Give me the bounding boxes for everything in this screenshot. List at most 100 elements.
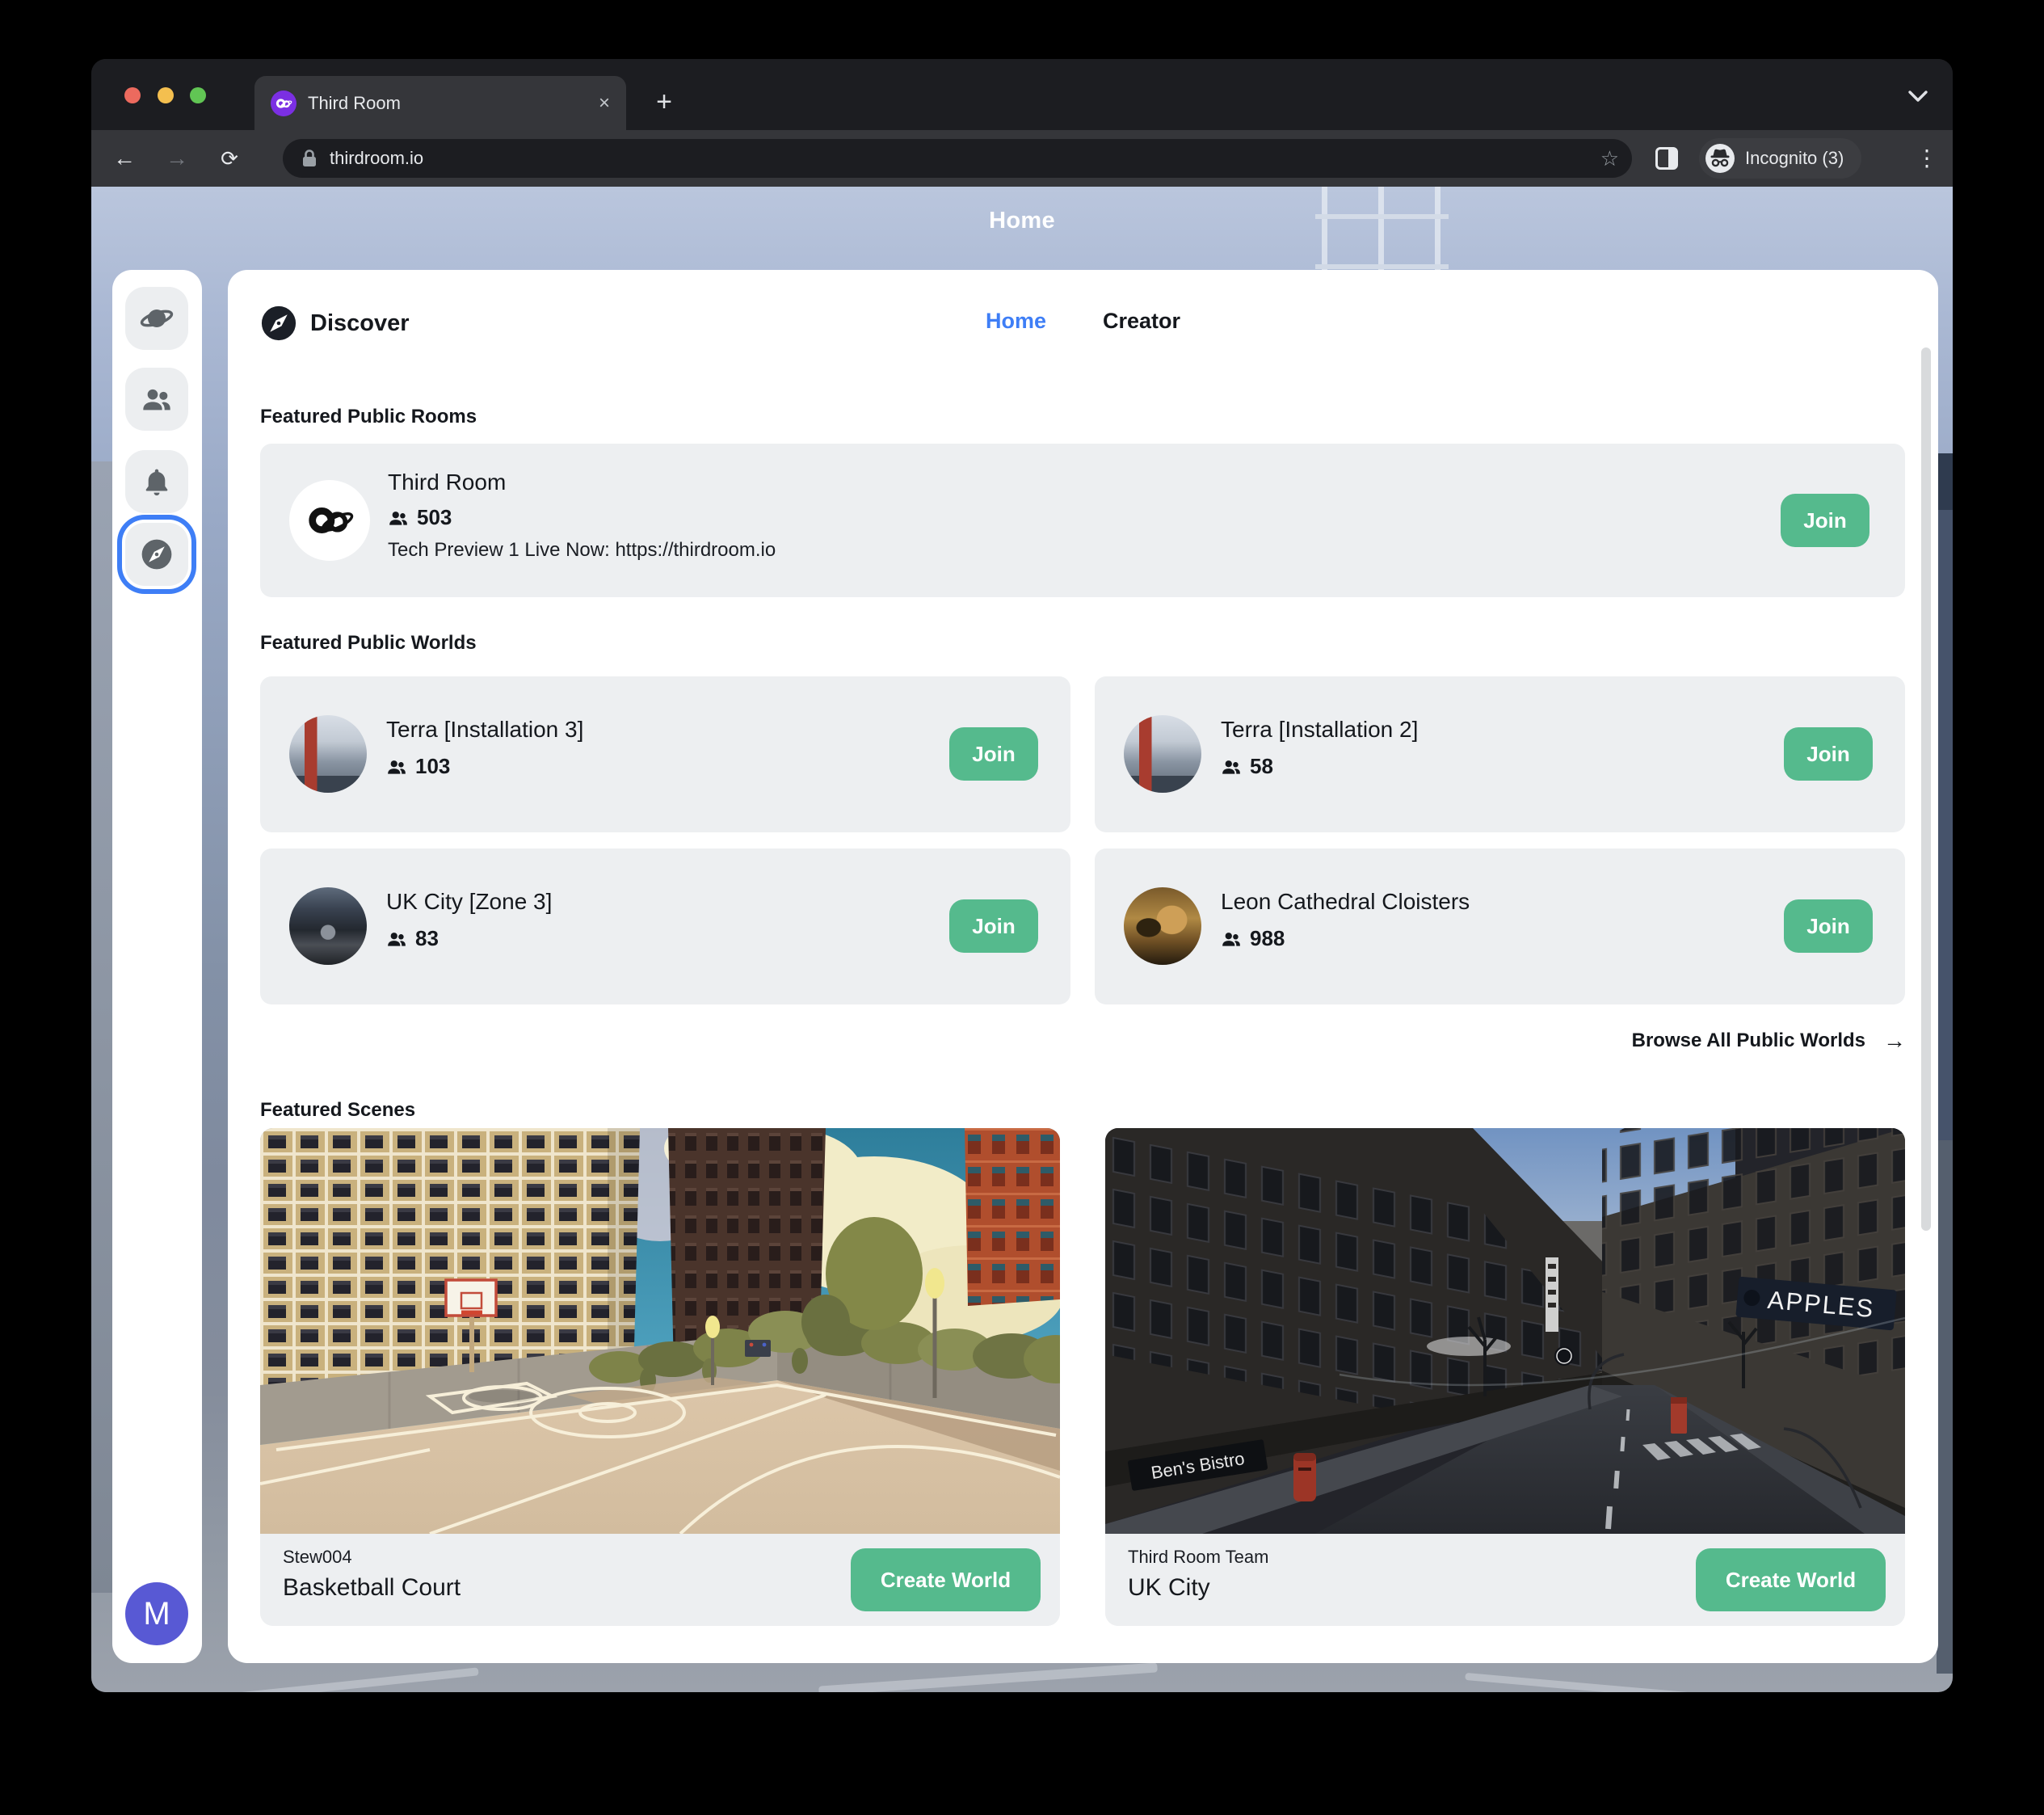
thirdroom-logo-icon <box>305 495 355 545</box>
world-name: Leon Cathedral Cloisters <box>1221 889 1470 915</box>
join-world-button[interactable]: Join <box>1784 727 1873 781</box>
sidebar-item-discover[interactable] <box>125 523 188 586</box>
member-count: 503 <box>417 505 452 530</box>
browser-tab[interactable]: Third Room × <box>254 76 626 130</box>
bell-icon <box>141 466 172 497</box>
browse-all-public-worlds-link[interactable]: Browse All Public Worlds → <box>1632 1028 1906 1054</box>
world-name: Terra [Installation 3] <box>386 717 583 743</box>
user-avatar[interactable]: M <box>125 1582 188 1645</box>
url-text: thirdroom.io <box>330 148 423 169</box>
join-room-button[interactable]: Join <box>1781 494 1869 547</box>
compass-icon <box>140 537 174 571</box>
thirdroom-logo-icon <box>275 95 292 112</box>
scrollbar-thumb[interactable] <box>1921 347 1931 1231</box>
reload-button[interactable]: ⟳ <box>212 141 246 175</box>
basketball-court-image <box>260 1128 1060 1534</box>
tab-search-chevron-icon[interactable] <box>1907 90 1928 107</box>
tab-home[interactable]: Home <box>986 309 1046 334</box>
sidebar-item-notifications[interactable] <box>125 450 188 513</box>
browser-toolbar: ← → ⟳ thirdroom.io ☆ Incognito (3) ⋮ <box>91 130 1953 187</box>
bg-left-scene <box>91 461 112 1593</box>
world-card: UK City [Zone 3] 83 Join <box>260 849 1070 1004</box>
traffic-minimize-button[interactable] <box>158 87 174 103</box>
browser-window: Third Room × + ← → ⟳ thirdroom.io ☆ <box>91 59 1953 1692</box>
member-count: 83 <box>415 926 439 951</box>
members-icon <box>386 929 407 950</box>
scene-footer: Stew004 Basketball Court Create World <box>260 1534 1060 1626</box>
section-label-rooms: Featured Public Rooms <box>260 406 477 428</box>
lock-icon <box>301 148 318 169</box>
world-avatar <box>289 715 367 793</box>
scene-footer: Third Room Team UK City Create World <box>1105 1534 1905 1626</box>
world-card: Leon Cathedral Cloisters 988 Join <box>1095 849 1905 1004</box>
app-sidebar: M <box>112 270 202 1663</box>
room-topic: Tech Preview 1 Live Now: https://thirdro… <box>388 539 776 562</box>
discover-panel: Discover Home Creator Featured Public Ro… <box>228 270 1938 1663</box>
side-panel-icon[interactable] <box>1655 147 1678 170</box>
members-icon <box>386 756 407 777</box>
scene-author: Third Room Team <box>1128 1547 1268 1568</box>
sidebar-item-worlds[interactable] <box>125 287 188 350</box>
back-button[interactable]: ← <box>107 141 141 175</box>
members-icon <box>1221 929 1242 950</box>
scene-card-basketball-court: Stew004 Basketball Court Create World <box>260 1128 1060 1626</box>
tab-close-icon[interactable]: × <box>599 94 610 113</box>
world-avatar <box>289 887 367 965</box>
world-name: Terra [Installation 2] <box>1221 717 1418 743</box>
world-name: UK City [Zone 3] <box>386 889 552 915</box>
new-tab-button[interactable]: + <box>646 85 682 120</box>
tab-title: Third Room <box>308 93 599 114</box>
tab-strip: Third Room × + <box>91 59 1953 130</box>
bg-floor-streak <box>1465 1673 1707 1692</box>
tab-creator[interactable]: Creator <box>1103 309 1180 334</box>
arrow-right-icon: → <box>1883 1028 1906 1054</box>
browse-all-label: Browse All Public Worlds <box>1632 1030 1865 1052</box>
world-members: 103 <box>386 754 450 779</box>
bg-floor-streak <box>221 1667 478 1692</box>
section-label-worlds: Featured Public Worlds <box>260 632 477 655</box>
world-members: 83 <box>386 926 439 951</box>
bg-right-scene <box>1937 510 1953 1140</box>
bg-floor-streak <box>818 1662 1158 1692</box>
scene-card-uk-city: APPLES Ben's Bistro <box>1105 1128 1905 1626</box>
members-icon <box>388 507 409 528</box>
create-world-button[interactable]: Create World <box>1696 1548 1886 1611</box>
world-card: Terra [Installation 3] 103 Join <box>260 676 1070 832</box>
scene-name: UK City <box>1128 1574 1210 1602</box>
room-avatar <box>289 480 370 561</box>
member-count: 988 <box>1250 926 1285 951</box>
world-members: 58 <box>1221 754 1273 779</box>
world-card: Terra [Installation 2] 58 Join <box>1095 676 1905 832</box>
world-members: 988 <box>1221 926 1285 951</box>
room-members: 503 <box>388 505 452 530</box>
forward-button[interactable]: → <box>160 141 194 175</box>
sidebar-item-friends[interactable] <box>125 368 188 431</box>
join-world-button[interactable]: Join <box>949 899 1038 953</box>
join-world-button[interactable]: Join <box>1784 899 1873 953</box>
uk-city-image: APPLES Ben's Bistro <box>1105 1128 1905 1534</box>
thirdroom-favicon <box>271 91 297 116</box>
bg-right-scene <box>1937 1140 1953 1674</box>
scene-author: Stew004 <box>283 1547 352 1568</box>
join-world-button[interactable]: Join <box>949 727 1038 781</box>
section-label-scenes: Featured Scenes <box>260 1099 415 1122</box>
world-avatar <box>1124 715 1201 793</box>
planet-icon <box>140 301 174 335</box>
page-title: Home <box>91 208 1953 234</box>
scene-name: Basketball Court <box>283 1574 461 1602</box>
traffic-zoom-button[interactable] <box>190 87 206 103</box>
incognito-icon <box>1705 143 1735 174</box>
create-world-button[interactable]: Create World <box>851 1548 1041 1611</box>
room-card: Third Room 503 Tech Preview 1 Live Now: … <box>260 444 1905 597</box>
discover-tabs: Home Creator <box>228 309 1938 334</box>
traffic-close-button[interactable] <box>124 87 141 103</box>
browser-menu-button[interactable]: ⋮ <box>1911 141 1943 175</box>
member-count: 58 <box>1250 754 1273 779</box>
room-name: Third Room <box>388 470 506 495</box>
member-count: 103 <box>415 754 450 779</box>
address-bar[interactable]: thirdroom.io ☆ <box>283 139 1632 178</box>
incognito-badge: Incognito (3) <box>1699 138 1861 179</box>
members-icon <box>1221 756 1242 777</box>
incognito-label: Incognito (3) <box>1745 148 1844 169</box>
bookmark-star-icon[interactable]: ☆ <box>1600 139 1619 178</box>
